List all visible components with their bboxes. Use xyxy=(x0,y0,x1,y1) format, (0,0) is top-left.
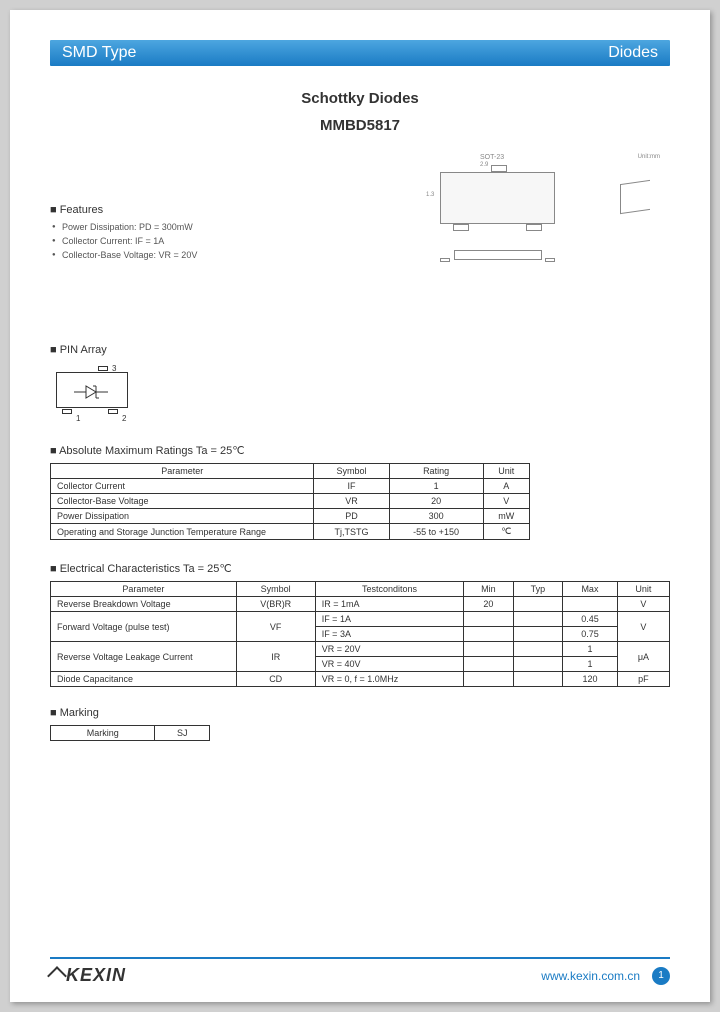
table-header-row: Parameter Symbol Testconditons Min Typ M… xyxy=(51,582,670,597)
table-row: Collector-Base VoltageVR20V xyxy=(51,494,530,509)
pin-2: 2 xyxy=(122,414,126,423)
header-bar: SMD Type Diodes xyxy=(50,40,670,66)
abs-max-heading: Absolute Maximum Ratings Ta = 25℃ xyxy=(50,444,670,457)
package-top-view xyxy=(440,172,555,224)
col-unit: Unit xyxy=(483,464,529,479)
table-row: Diode Capacitance CD VR = 0, f = 1.0MHz … xyxy=(51,672,670,687)
col-parameter: Parameter xyxy=(51,464,314,479)
table-row: Reverse Voltage Leakage Current IR VR = … xyxy=(51,642,670,657)
marking-heading: Marking xyxy=(50,707,670,719)
pin-3: 3 xyxy=(112,364,116,373)
page-number: 1 xyxy=(652,967,670,985)
col-symbol: Symbol xyxy=(314,464,389,479)
package-name: SOT-23 xyxy=(480,154,504,161)
marking-value: SJ xyxy=(155,726,210,741)
datasheet-page: SMD Type Diodes Schottky Diodes MMBD5817… xyxy=(10,10,710,1002)
title-block: Schottky Diodes MMBD5817 xyxy=(50,90,670,134)
features-section: Features Power Dissipation: PD = 300mW C… xyxy=(50,204,197,314)
table-row: Operating and Storage Junction Temperatu… xyxy=(51,524,530,540)
logo-icon xyxy=(47,966,67,986)
marking-label: Marking xyxy=(51,726,155,741)
feature-item: Collector Current: IF = 1A xyxy=(52,236,197,246)
elec-char-section: Electrical Characteristics Ta = 25℃ Para… xyxy=(50,562,670,687)
package-drawing: SOT-23 Unit:mm 2.9 1.3 xyxy=(430,154,670,314)
diode-icon xyxy=(74,384,110,400)
doc-title: Schottky Diodes xyxy=(50,90,670,107)
marking-table: Marking SJ xyxy=(50,725,210,741)
brand-logo: KEXIN xyxy=(50,965,126,986)
pin-diagram: 3 1 2 xyxy=(50,362,136,424)
package-side-view xyxy=(620,172,660,224)
feature-item: Collector-Base Voltage: VR = 20V xyxy=(52,250,197,260)
abs-max-section: Absolute Maximum Ratings Ta = 25℃ Parame… xyxy=(50,444,670,540)
abs-max-table: Parameter Symbol Rating Unit Collector C… xyxy=(50,463,530,540)
col-rating: Rating xyxy=(389,464,483,479)
unit-label: Unit:mm xyxy=(638,154,660,160)
table-header-row: Parameter Symbol Rating Unit xyxy=(51,464,530,479)
table-row: Reverse Breakdown Voltage V(BR)R IR = 1m… xyxy=(51,597,670,612)
top-area: Features Power Dissipation: PD = 300mW C… xyxy=(50,154,670,314)
elec-char-table: Parameter Symbol Testconditons Min Typ M… xyxy=(50,581,670,687)
part-number: MMBD5817 xyxy=(50,117,670,134)
footer: KEXIN www.kexin.com.cn 1 xyxy=(50,957,670,986)
pin-array-section: PIN Array 3 1 2 xyxy=(50,344,670,424)
pin-1: 1 xyxy=(76,414,80,423)
table-row: Collector CurrentIF1A xyxy=(51,479,530,494)
table-row: Marking SJ xyxy=(51,726,210,741)
marking-section: Marking Marking SJ xyxy=(50,707,670,741)
feature-item: Power Dissipation: PD = 300mW xyxy=(52,222,197,232)
pin-array-heading: PIN Array xyxy=(50,344,670,356)
footer-url: www.kexin.com.cn xyxy=(541,969,640,983)
package-front-view xyxy=(440,244,555,268)
features-list: Power Dissipation: PD = 300mW Collector … xyxy=(52,222,197,260)
table-row: Forward Voltage (pulse test) VF IF = 1A … xyxy=(51,612,670,627)
brand-name: KEXIN xyxy=(66,965,126,986)
features-heading: Features xyxy=(50,204,197,216)
table-row: Power DissipationPD300mW xyxy=(51,509,530,524)
elec-char-heading: Electrical Characteristics Ta = 25℃ xyxy=(50,562,670,575)
header-left: SMD Type xyxy=(62,44,136,62)
header-right: Diodes xyxy=(608,44,658,62)
